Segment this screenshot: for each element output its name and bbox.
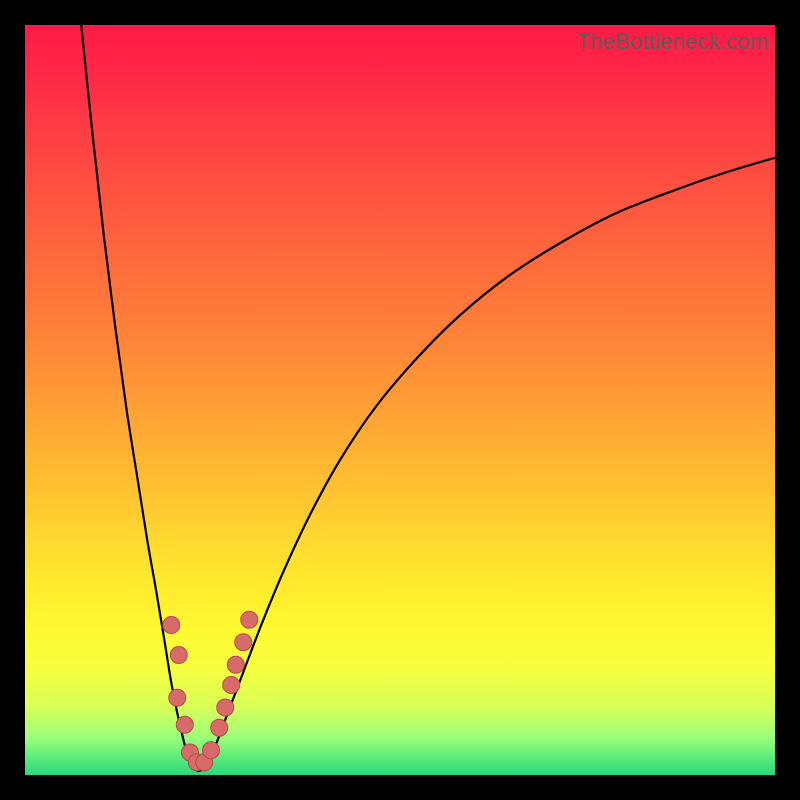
data-point [211, 719, 228, 736]
data-point [227, 656, 244, 673]
data-point [241, 611, 258, 628]
data-point [169, 689, 186, 706]
data-point [235, 634, 252, 651]
data-point [163, 617, 180, 634]
curve-markers [163, 611, 258, 771]
data-point [203, 742, 220, 759]
bottleneck-curve [25, 25, 775, 775]
plot-area: TheBottleneck.com [25, 25, 775, 775]
data-point [223, 677, 240, 694]
data-point [170, 647, 187, 664]
data-point [217, 699, 234, 716]
watermark-text: TheBottleneck.com [577, 29, 769, 55]
data-point [176, 716, 193, 733]
chart-frame: TheBottleneck.com [0, 0, 800, 800]
